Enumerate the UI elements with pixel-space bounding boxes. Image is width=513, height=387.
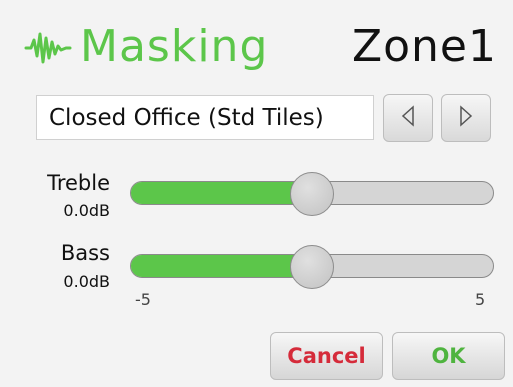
scale-max-label: 5: [475, 290, 486, 309]
triangle-left-icon: [399, 105, 417, 131]
page-title: Masking: [80, 21, 269, 72]
zone-label: Zone1: [351, 21, 497, 72]
bass-slider-thumb[interactable]: [290, 245, 334, 289]
triangle-right-icon: [457, 105, 475, 131]
next-preset-button[interactable]: [441, 94, 491, 142]
bass-slider[interactable]: [130, 245, 494, 289]
scale-min-label: -5: [135, 290, 151, 309]
ok-button[interactable]: OK: [392, 332, 505, 380]
waveform-icon: [24, 28, 72, 68]
masking-panel: Masking Zone1 Closed Office (Std Tiles) …: [0, 0, 513, 387]
cancel-button[interactable]: Cancel: [270, 332, 383, 380]
bass-slider-fill: [131, 255, 312, 277]
treble-label: Treble: [47, 171, 110, 195]
bass-value: 0.0dB: [63, 272, 110, 291]
treble-slider-thumb[interactable]: [290, 172, 334, 216]
bass-label: Bass: [60, 241, 110, 265]
preset-name: Closed Office (Std Tiles): [49, 105, 324, 131]
treble-slider[interactable]: [130, 172, 494, 216]
treble-value: 0.0dB: [63, 201, 110, 220]
preset-display[interactable]: Closed Office (Std Tiles): [36, 95, 374, 140]
treble-slider-fill: [131, 182, 312, 204]
previous-preset-button[interactable]: [383, 94, 433, 142]
